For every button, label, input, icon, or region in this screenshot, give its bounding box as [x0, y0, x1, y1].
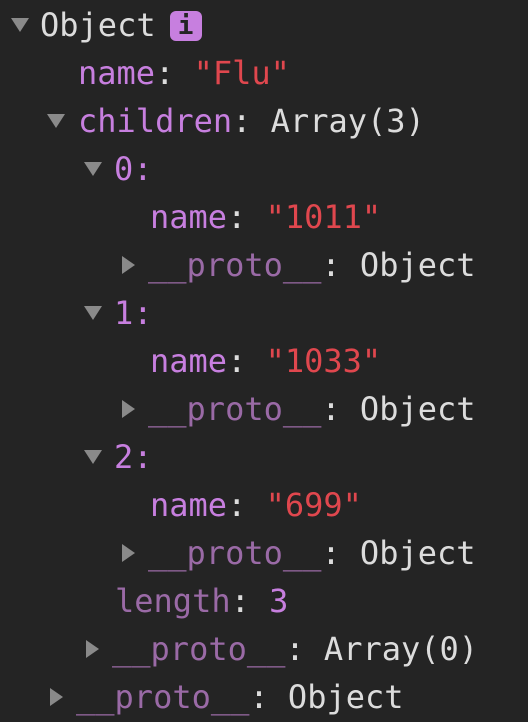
expand-right-icon[interactable] — [80, 625, 104, 673]
property-value: "1033" — [265, 342, 382, 380]
property-value: "1011" — [265, 198, 382, 236]
property-row-name: name: "1033" — [150, 342, 382, 380]
property-value: "Flu" — [193, 54, 290, 92]
property-value: 3 — [269, 582, 289, 620]
array-index: 2 — [114, 438, 134, 476]
root-label: Object — [40, 6, 156, 44]
property-row-name: name: "Flu" — [78, 54, 290, 92]
expand-down-icon[interactable] — [81, 145, 105, 193]
expand-down-icon[interactable] — [8, 1, 32, 49]
array-index: 0 — [114, 150, 134, 188]
property-value: Object — [287, 678, 404, 716]
property-row-children[interactable]: children: Array(3) — [0, 97, 528, 145]
array-item-row[interactable]: 1: — [0, 289, 528, 337]
expand-right-icon[interactable] — [44, 673, 68, 721]
array-index: 1 — [114, 294, 134, 332]
property-key: __proto__ — [76, 678, 250, 716]
property-value: Object — [359, 390, 476, 428]
expand-down-icon[interactable] — [81, 433, 105, 481]
property-value: "699" — [265, 486, 362, 524]
property-key: name — [150, 486, 228, 524]
property-value: Object — [359, 246, 476, 284]
expand-down-icon[interactable] — [81, 289, 105, 337]
property-key: name — [150, 198, 228, 236]
root-proto-row[interactable]: __proto__: Object — [0, 673, 528, 721]
property-key: length — [115, 582, 231, 620]
property-key: __proto__ — [148, 390, 322, 428]
length-row: length: 3 — [115, 582, 289, 620]
property-key: __proto__ — [148, 246, 322, 284]
expand-right-icon[interactable] — [116, 241, 140, 289]
property-key: __proto__ — [148, 534, 322, 572]
property-row-name: name: "699" — [150, 486, 362, 524]
property-row-name: name: "1011" — [150, 198, 382, 236]
expand-right-icon[interactable] — [116, 385, 140, 433]
property-key: name — [150, 342, 228, 380]
expand-right-icon[interactable] — [116, 529, 140, 577]
proto-row[interactable]: __proto__: Object — [0, 529, 528, 577]
info-icon[interactable]: i — [169, 11, 202, 41]
proto-row[interactable]: __proto__: Object — [0, 241, 528, 289]
proto-row[interactable]: __proto__: Object — [0, 385, 528, 433]
object-inspector-tree: Object i name: "Flu" children: Array(3) 0… — [0, 0, 528, 721]
root-object-row[interactable]: Object i — [0, 1, 528, 49]
array-item-row[interactable]: 2: — [0, 433, 528, 481]
array-item-row[interactable]: 0: — [0, 145, 528, 193]
property-key: __proto__ — [112, 630, 286, 668]
expand-down-icon[interactable] — [44, 97, 68, 145]
array-proto-row[interactable]: __proto__: Array(0) — [0, 625, 528, 673]
property-key: name — [78, 54, 156, 92]
property-value: Array(0) — [323, 630, 479, 668]
property-value: Array(3) — [270, 102, 425, 140]
property-value: Object — [359, 534, 476, 572]
property-key: children — [78, 102, 233, 140]
